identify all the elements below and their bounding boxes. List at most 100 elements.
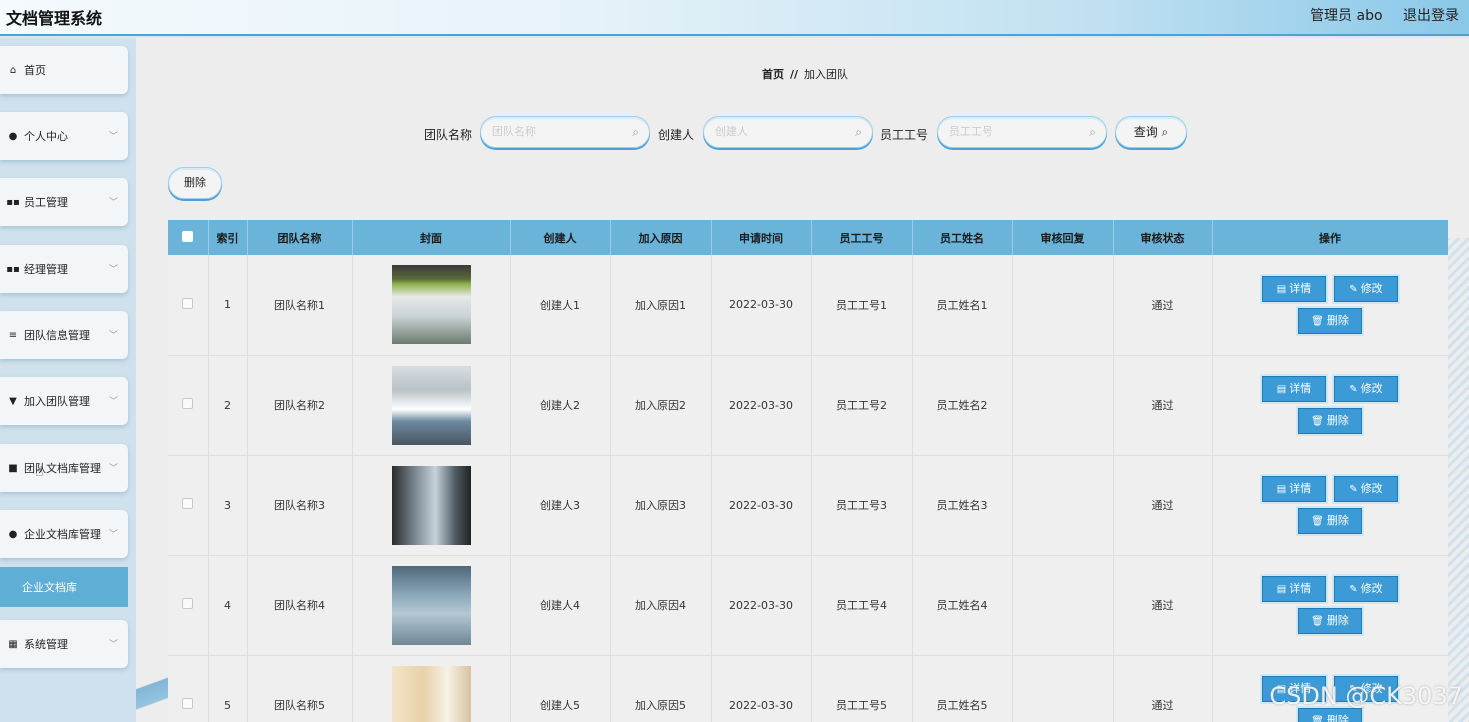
reason-cell: 加入原因4 bbox=[610, 555, 712, 656]
sidebar-item-label: 首页 bbox=[24, 64, 46, 77]
edit-button[interactable]: ✎ 修改 bbox=[1334, 476, 1398, 502]
detail-button[interactable]: ▤ 详情 bbox=[1262, 476, 1326, 502]
sidebar-item-team-docs[interactable]: ■ 团队文档库管理 ﹀ bbox=[0, 444, 128, 492]
detail-button[interactable]: ▤ 详情 bbox=[1262, 275, 1326, 302]
column-header: 索引 bbox=[208, 220, 248, 255]
actions-cell: ▤ 详情 ✎ 修改 🗑 删除 bbox=[1212, 555, 1448, 656]
emp-name-cell: 员工姓名2 bbox=[912, 355, 1013, 456]
cover-image[interactable] bbox=[391, 465, 471, 545]
delete-button[interactable]: 🗑 删除 bbox=[1298, 307, 1362, 334]
select-all-cell bbox=[168, 220, 209, 255]
creator-label: 创建人 bbox=[658, 128, 695, 142]
emp-no-cell: 员工工号4 bbox=[811, 555, 913, 656]
main-content: 首页 // 加入团队 团队名称 团队名称 ⌕ 创建人 创建人 ⌕ 员工工号 员工工号… bbox=[136, 38, 1469, 722]
search-icon: ⌕ bbox=[1089, 125, 1096, 139]
detail-button[interactable]: ▤ 详情 bbox=[1262, 576, 1326, 602]
chevron-down-icon: ﹀ bbox=[108, 397, 118, 407]
select-all-checkbox[interactable] bbox=[182, 230, 194, 242]
creator-cell: 创建人5 bbox=[510, 655, 611, 722]
column-header: 封面 bbox=[352, 220, 511, 255]
column-header: 申请时间 bbox=[711, 220, 812, 255]
delete-button[interactable]: 🗑 删除 bbox=[1298, 708, 1362, 722]
cover-image[interactable] bbox=[391, 265, 471, 345]
delete-button[interactable]: 🗑 删除 bbox=[1298, 608, 1362, 634]
grid-icon: ▪▪ bbox=[6, 196, 20, 208]
sidebar-subitem-enterprise-library[interactable]: 企业文档库 bbox=[0, 567, 128, 607]
review-status-cell: 通过 bbox=[1113, 455, 1213, 556]
delete-button[interactable]: 🗑 删除 bbox=[1298, 508, 1362, 534]
review-status-cell: 通过 bbox=[1113, 555, 1213, 656]
grid-icon: ▪▪ bbox=[6, 263, 20, 275]
cover-image[interactable] bbox=[391, 665, 471, 722]
cover-image[interactable] bbox=[391, 365, 471, 445]
chevron-down-icon: ﹀ bbox=[108, 331, 118, 341]
sidebar-item-label: 系统管理 bbox=[24, 638, 68, 651]
team-name-cell: 团队名称4 bbox=[247, 555, 353, 656]
sidebar-item-label: 加入团队管理 bbox=[24, 395, 90, 408]
row-select-cell bbox=[168, 355, 209, 456]
row-checkbox[interactable] bbox=[182, 498, 194, 509]
trash-icon: 🗑 bbox=[1311, 716, 1324, 722]
emp-no-input[interactable]: 员工工号 ⌕ bbox=[937, 116, 1107, 148]
sidebar-item-join-team[interactable]: ▼ 加入团队管理 ﹀ bbox=[0, 377, 128, 425]
table-row: 2 团队名称2 创建人2 加入原因2 2022-03-30 员工工号2 员工姓名… bbox=[168, 355, 1448, 456]
query-button[interactable]: 查询 ⌕ bbox=[1115, 116, 1187, 148]
delete-button[interactable]: 🗑 删除 bbox=[1298, 408, 1362, 434]
reason-cell: 加入原因5 bbox=[610, 655, 712, 722]
breadcrumb-home[interactable]: 首页 bbox=[762, 68, 784, 81]
join-team-table: 索引 团队名称 封面 创建人 加入原因 申请时间 员工工号 员工姓名 审核回复 … bbox=[168, 220, 1448, 722]
bulk-delete-button[interactable]: 删除 bbox=[168, 167, 222, 199]
hand-cursor-icon: ☝ bbox=[35, 464, 44, 480]
creator-cell: 创建人1 bbox=[510, 255, 611, 356]
sidebar-item-label: 经理管理 bbox=[24, 263, 68, 276]
edit-button[interactable]: ✎ 修改 bbox=[1334, 275, 1398, 302]
sidebar-item-personal-center[interactable]: ● 个人中心 ﹀ bbox=[0, 112, 128, 160]
table-row: 1 团队名称1 创建人1 加入原因1 2022-03-30 员工工号1 员工姓名… bbox=[168, 255, 1448, 356]
sidebar-item-team-info[interactable]: ≡ 团队信息管理 ﹀ bbox=[0, 311, 128, 359]
team-name-input[interactable]: 团队名称 ⌕ bbox=[480, 116, 650, 148]
creator-cell: 创建人4 bbox=[510, 555, 611, 656]
home-icon: ⌂ bbox=[9, 64, 17, 76]
sidebar-item-system[interactable]: ▦ 系统管理 ﹀ bbox=[0, 620, 128, 668]
row-select-cell bbox=[168, 655, 209, 722]
emp-no-placeholder: 员工工号 bbox=[949, 125, 993, 138]
user-area: 管理员 abo 退出登录 bbox=[1294, 5, 1459, 25]
video-icon: ■ bbox=[8, 462, 18, 474]
row-checkbox[interactable] bbox=[182, 297, 194, 309]
search-icon: ⌕ bbox=[1161, 125, 1169, 139]
column-header: 团队名称 bbox=[247, 220, 353, 255]
edit-button[interactable]: ✎ 修改 bbox=[1334, 576, 1398, 602]
apply-time-cell: 2022-03-30 bbox=[711, 455, 812, 556]
document-icon: ▤ bbox=[1276, 584, 1287, 595]
table-row: 4 团队名称4 创建人4 加入原因4 2022-03-30 员工工号4 员工姓名… bbox=[168, 555, 1448, 656]
sidebar-item-home[interactable]: ⌂ 首页 bbox=[0, 46, 128, 94]
chevron-down-icon: ﹀ bbox=[108, 640, 118, 650]
user-label[interactable]: 管理员 abo bbox=[1310, 8, 1382, 24]
apply-time-cell: 2022-03-30 bbox=[711, 655, 812, 722]
chevron-down-icon: ﹀ bbox=[108, 530, 118, 540]
apply-time-cell: 2022-03-30 bbox=[711, 255, 812, 356]
review-reply-cell bbox=[1012, 255, 1114, 356]
logout-link[interactable]: 退出登录 bbox=[1403, 8, 1459, 24]
index-cell: 4 bbox=[208, 555, 248, 656]
cover-image[interactable] bbox=[391, 565, 471, 645]
sidebar-item-employee[interactable]: ▪▪ 员工管理 ﹀ bbox=[0, 178, 128, 226]
row-checkbox[interactable] bbox=[182, 398, 194, 409]
edit-button[interactable]: ✎ 修改 bbox=[1334, 376, 1398, 402]
index-cell: 3 bbox=[208, 455, 248, 556]
emp-no-label: 员工工号 bbox=[880, 128, 929, 142]
row-checkbox[interactable] bbox=[182, 698, 194, 709]
row-checkbox[interactable] bbox=[182, 598, 194, 609]
top-bar: 文档管理系统 管理员 abo 退出登录 bbox=[0, 0, 1469, 36]
detail-button[interactable]: ▤ 详情 bbox=[1262, 376, 1326, 402]
trash-icon: 🗑 bbox=[1311, 416, 1324, 427]
cover-cell bbox=[352, 255, 511, 356]
sidebar-item-manager[interactable]: ▪▪ 经理管理 ﹀ bbox=[0, 245, 128, 293]
column-header: 员工工号 bbox=[811, 220, 913, 255]
creator-input[interactable]: 创建人 ⌕ bbox=[703, 116, 873, 148]
column-header: 加入原因 bbox=[610, 220, 712, 255]
sidebar-item-enterprise-docs[interactable]: ● 企业文档库管理 ﹀ bbox=[0, 510, 128, 558]
creator-cell: 创建人3 bbox=[510, 455, 611, 556]
breadcrumb-current: 加入团队 bbox=[804, 68, 849, 81]
cover-cell bbox=[352, 655, 511, 722]
